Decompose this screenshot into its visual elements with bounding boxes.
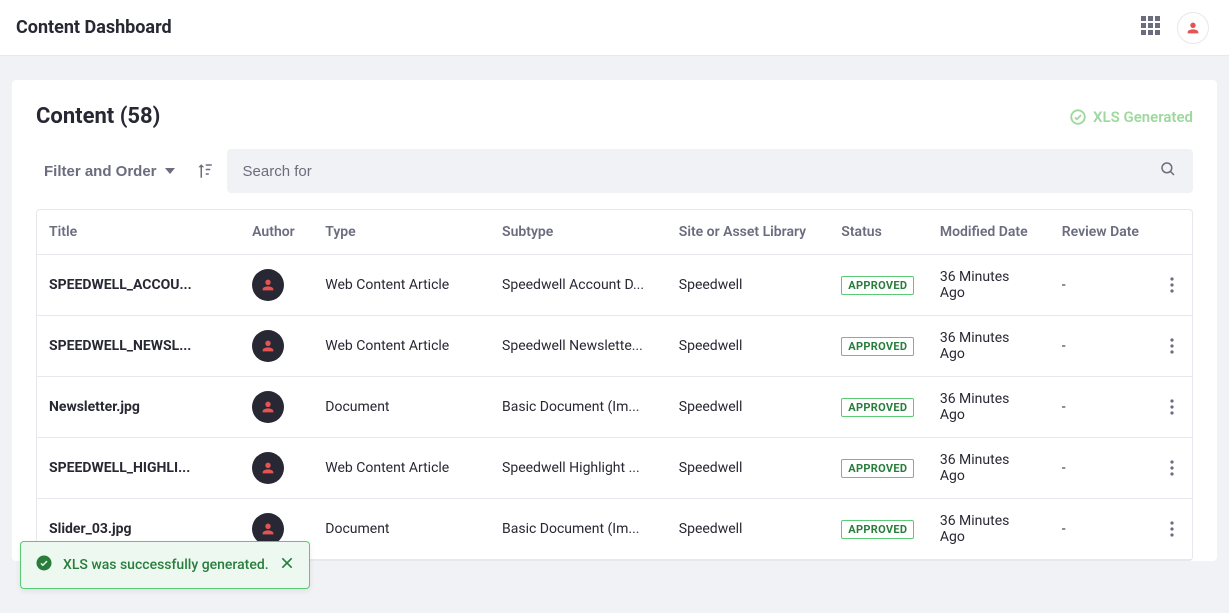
user-icon — [1185, 20, 1201, 36]
filter-order-button[interactable]: Filter and Order — [36, 153, 183, 190]
row-actions-button[interactable] — [1163, 277, 1180, 293]
success-toast: XLS was successfully generated. — [20, 541, 310, 589]
close-icon — [279, 555, 295, 571]
cell-status: APPROVED — [829, 499, 928, 560]
cell-title: SPEEDWELL_ACCOU... — [37, 255, 240, 316]
row-actions-button[interactable] — [1163, 338, 1180, 354]
sort-button[interactable] — [195, 161, 215, 181]
column-header-site[interactable]: Site or Asset Library — [667, 210, 830, 255]
cell-modified: 36 Minutes Ago — [928, 438, 1050, 499]
cell-site: Speedwell — [667, 316, 830, 377]
status-badge: APPROVED — [841, 337, 914, 356]
cell-status: APPROVED — [829, 316, 928, 377]
cell-subtype: Speedwell Newslette... — [490, 316, 667, 377]
cell-author — [240, 255, 313, 316]
cell-review: - — [1050, 255, 1152, 316]
table-row[interactable]: SPEEDWELL_HIGHLI...Web Content ArticleSp… — [37, 438, 1192, 499]
success-check-icon — [35, 554, 53, 576]
column-header-modified[interactable]: Modified Date — [928, 210, 1050, 255]
column-header-status[interactable]: Status — [829, 210, 928, 255]
toast-close-button[interactable] — [279, 555, 295, 575]
cell-actions — [1151, 438, 1192, 499]
cell-review: - — [1050, 499, 1152, 560]
filter-label: Filter and Order — [44, 163, 157, 180]
cell-author — [240, 377, 313, 438]
cell-author — [240, 438, 313, 499]
status-badge: APPROVED — [841, 459, 914, 478]
cell-modified: 36 Minutes Ago — [928, 255, 1050, 316]
author-avatar[interactable] — [252, 391, 284, 423]
cell-actions — [1151, 377, 1192, 438]
cell-type: Web Content Article — [313, 255, 490, 316]
xls-generated-status: XLS Generated — [1069, 108, 1193, 126]
table-row[interactable]: Newsletter.jpg DocumentBasic Document (Im… — [37, 377, 1192, 438]
status-badge: APPROVED — [841, 276, 914, 295]
status-badge: APPROVED — [841, 520, 914, 539]
user-avatar-button[interactable] — [1177, 12, 1209, 44]
check-circle-icon — [1069, 108, 1087, 126]
cell-type: Document — [313, 377, 490, 438]
cell-modified: 36 Minutes Ago — [928, 316, 1050, 377]
cell-title: Newsletter.jpg — [37, 377, 240, 438]
column-header-type[interactable]: Type — [313, 210, 490, 255]
cell-modified: 36 Minutes Ago — [928, 499, 1050, 560]
cell-subtype: Speedwell Highlight ... — [490, 438, 667, 499]
column-header-author[interactable]: Author — [240, 210, 313, 255]
author-avatar[interactable] — [252, 269, 284, 301]
cell-status: APPROVED — [829, 438, 928, 499]
cell-review: - — [1050, 438, 1152, 499]
table-row[interactable]: SPEEDWELL_NEWSL...Web Content ArticleSpe… — [37, 316, 1192, 377]
sort-icon — [196, 162, 214, 180]
table-row[interactable]: SPEEDWELL_ACCOU...Web Content ArticleSpe… — [37, 255, 1192, 316]
column-header-title[interactable]: Title — [37, 210, 240, 255]
cell-actions — [1151, 316, 1192, 377]
panel-title: Content (58) — [36, 104, 160, 129]
cell-type: Web Content Article — [313, 438, 490, 499]
cell-subtype: Speedwell Account D... — [490, 255, 667, 316]
chevron-down-icon — [165, 168, 175, 174]
cell-review: - — [1050, 316, 1152, 377]
cell-type: Document — [313, 499, 490, 560]
cell-title: SPEEDWELL_NEWSL... — [37, 316, 240, 377]
cell-modified: 36 Minutes Ago — [928, 377, 1050, 438]
column-header-review[interactable]: Review Date — [1050, 210, 1152, 255]
cell-author — [240, 316, 313, 377]
cell-site: Speedwell — [667, 377, 830, 438]
cell-actions — [1151, 499, 1192, 560]
toast-message: XLS was successfully generated. — [63, 557, 269, 573]
apps-menu-icon[interactable] — [1141, 16, 1165, 40]
cell-title: SPEEDWELL_HIGHLI... — [37, 438, 240, 499]
cell-actions — [1151, 255, 1192, 316]
status-badge: APPROVED — [841, 398, 914, 417]
cell-site: Speedwell — [667, 255, 830, 316]
cell-type: Web Content Article — [313, 316, 490, 377]
cell-review: - — [1050, 377, 1152, 438]
search-input[interactable] — [243, 163, 1159, 180]
cell-status: APPROVED — [829, 377, 928, 438]
cell-subtype: Basic Document (Im... — [490, 377, 667, 438]
cell-status: APPROVED — [829, 255, 928, 316]
row-actions-button[interactable] — [1163, 460, 1180, 476]
column-header-subtype[interactable]: Subtype — [490, 210, 667, 255]
search-icon[interactable] — [1159, 160, 1177, 182]
cell-site: Speedwell — [667, 499, 830, 560]
page-title: Content Dashboard — [16, 17, 172, 38]
author-avatar[interactable] — [252, 330, 284, 362]
xls-status-label: XLS Generated — [1093, 108, 1193, 126]
author-avatar[interactable] — [252, 452, 284, 484]
cell-site: Speedwell — [667, 438, 830, 499]
row-actions-button[interactable] — [1163, 521, 1180, 537]
cell-subtype: Basic Document (Im... — [490, 499, 667, 560]
row-actions-button[interactable] — [1163, 399, 1180, 415]
